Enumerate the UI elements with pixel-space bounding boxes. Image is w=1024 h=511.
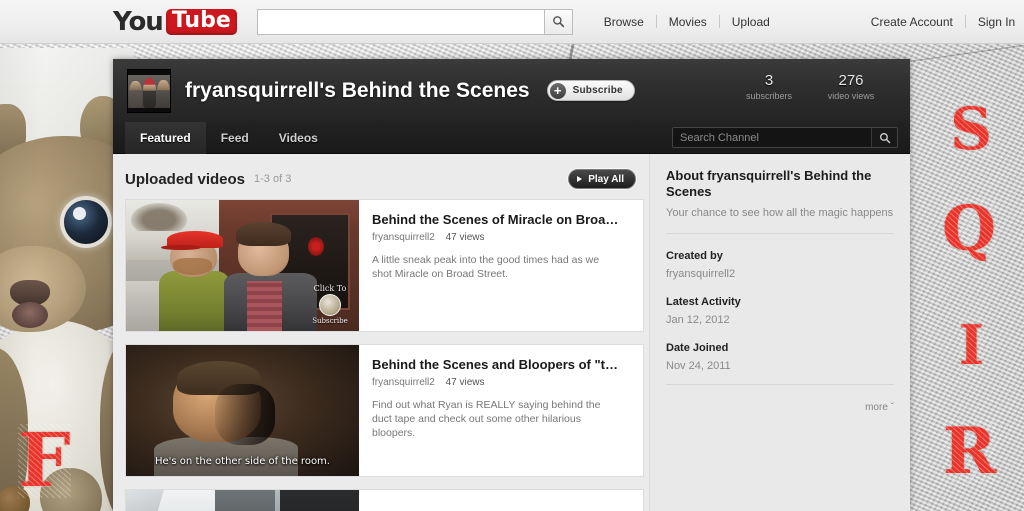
channel-title: fryansquirrell's Behind the Scenes — [185, 78, 530, 102]
video-description: Find out what Ryan is REALLY saying behi… — [372, 399, 601, 439]
primary-nav: Browse Movies Upload — [592, 15, 782, 29]
nav-browse[interactable]: Browse — [592, 15, 656, 29]
account-nav: Create Account Sign In — [859, 15, 1024, 29]
channel-search-input[interactable] — [673, 128, 871, 147]
masthead: You Tube Browse Movies Upload Create Acc… — [0, 0, 1024, 44]
sign-in-link[interactable]: Sign In — [966, 15, 1024, 29]
search-icon — [552, 16, 564, 28]
info-block-date-joined: Date Joined Nov 24, 2011 — [666, 342, 894, 372]
video-list-item[interactable]: Click To Subscribe Behind the Scenes of … — [125, 199, 644, 332]
watermark-bottom-text: Subscribe — [312, 316, 348, 325]
info-label: Created by — [666, 250, 723, 262]
nav-movies[interactable]: Movies — [657, 15, 719, 29]
about-title: About fryansquirrell's Behind the Scenes — [666, 168, 872, 199]
subscribe-watermark[interactable]: Click To Subscribe — [304, 281, 356, 327]
channel-tabs: Featured Feed Videos — [113, 121, 910, 154]
youtube-logo[interactable]: You Tube — [113, 7, 237, 36]
stencil-letter-q: Q — [941, 192, 997, 265]
video-info: Behind the Scenes and Bloopers of "t… fr… — [359, 345, 632, 476]
subscribers-label: subscribers — [745, 91, 792, 101]
tab-featured[interactable]: Featured — [125, 121, 206, 154]
video-description: A little sneak peak into the good times … — [372, 254, 600, 280]
video-views-label: video views — [827, 91, 875, 101]
info-value[interactable]: fryansquirrell2 — [666, 268, 894, 280]
result-count: 1-3 of 3 — [254, 173, 292, 185]
channel-search-bar — [672, 127, 898, 148]
video-title[interactable]: Behind the Scenes of Miracle on Broa… — [372, 212, 620, 228]
video-list-item[interactable]: He's on the other side of the room. Behi… — [125, 344, 644, 477]
channel-panel: fryansquirrell's Behind the Scenes + Sub… — [113, 59, 910, 511]
video-title[interactable]: Behind the Scenes and Bloopers of "t… — [372, 357, 620, 373]
video-info: Behind the Scenes of Miracle on Broa… fr… — [359, 200, 632, 331]
info-label: Date Joined — [666, 342, 729, 354]
subscribe-button[interactable]: + Subscribe — [546, 80, 635, 101]
squirrel-badge-icon — [319, 293, 341, 316]
video-thumbnail[interactable] — [126, 490, 359, 511]
video-uploader[interactable]: fryansquirrell2 — [372, 232, 435, 243]
logo-you-text: You — [113, 6, 164, 37]
section-title: Uploaded videos — [125, 170, 246, 188]
video-thumbnail[interactable]: He's on the other side of the room. — [126, 345, 359, 476]
video-uploader[interactable]: fryansquirrell2 — [372, 377, 435, 388]
stat-video-views: 276 video views — [810, 71, 892, 103]
about-sidebar: About fryansquirrell's Behind the Scenes… — [649, 154, 910, 511]
video-thumbnail[interactable]: Click To Subscribe — [126, 200, 359, 331]
more-row: more ˇ — [666, 397, 894, 415]
info-label: Latest Activity — [666, 296, 741, 308]
info-block-latest-activity: Latest Activity Jan 12, 2012 — [666, 296, 894, 326]
stencil-letter-i: I — [958, 313, 985, 377]
logo-tube-text: Tube — [165, 8, 237, 35]
play-all-button[interactable]: Play All — [568, 169, 636, 189]
create-account-link[interactable]: Create Account — [859, 15, 965, 29]
subscribe-label: Subscribe — [572, 85, 623, 96]
thumbnail-caption: He's on the other side of the room. — [155, 456, 330, 467]
stencil-letter-r: R — [942, 414, 997, 489]
video-views: 47 views — [445, 377, 485, 388]
stencil-letter-s: S — [950, 95, 992, 163]
video-info — [359, 490, 384, 511]
tab-videos[interactable]: Videos — [264, 122, 333, 154]
more-link[interactable]: more ˇ — [865, 402, 894, 413]
video-views-count: 276 — [838, 72, 864, 89]
divider — [666, 233, 894, 234]
video-list-item[interactable] — [125, 489, 644, 511]
uploaded-videos-column: Uploaded videos 1-3 of 3 Play All Click … — [113, 154, 649, 511]
video-meta: fryansquirrell2 47 views — [372, 377, 620, 388]
channel-header: fryansquirrell's Behind the Scenes + Sub… — [113, 59, 910, 122]
nav-upload[interactable]: Upload — [720, 15, 782, 29]
stat-subscribers: 3 subscribers — [728, 71, 810, 103]
info-value: Nov 24, 2011 — [666, 360, 731, 372]
video-meta: fryansquirrell2 47 views — [372, 232, 620, 243]
divider — [666, 384, 894, 385]
info-block-created-by: Created by fryansquirrell2 — [666, 250, 894, 280]
channel-stats: 3 subscribers 276 video views — [728, 71, 892, 103]
channel-body: Uploaded videos 1-3 of 3 Play All Click … — [113, 154, 910, 511]
search-input[interactable] — [256, 8, 544, 35]
search-bar — [256, 8, 573, 35]
play-icon — [577, 176, 583, 182]
channel-avatar[interactable] — [127, 68, 171, 113]
video-views: 47 views — [445, 232, 485, 243]
tab-feed[interactable]: Feed — [206, 122, 264, 154]
channel-search-button[interactable] — [871, 128, 897, 147]
stencil-letter-f: F — [18, 418, 71, 504]
info-value: Jan 12, 2012 — [666, 314, 730, 326]
search-button[interactable] — [543, 8, 573, 35]
play-all-label: Play All — [588, 173, 624, 185]
subscribers-count: 3 — [764, 72, 774, 89]
uploaded-videos-header: Uploaded videos 1-3 of 3 Play All — [125, 166, 649, 192]
plus-icon: + — [549, 82, 566, 99]
watermark-top-text: Click To — [313, 283, 347, 293]
about-description: Your chance to see how all the magic hap… — [666, 207, 894, 219]
search-icon — [879, 132, 890, 143]
